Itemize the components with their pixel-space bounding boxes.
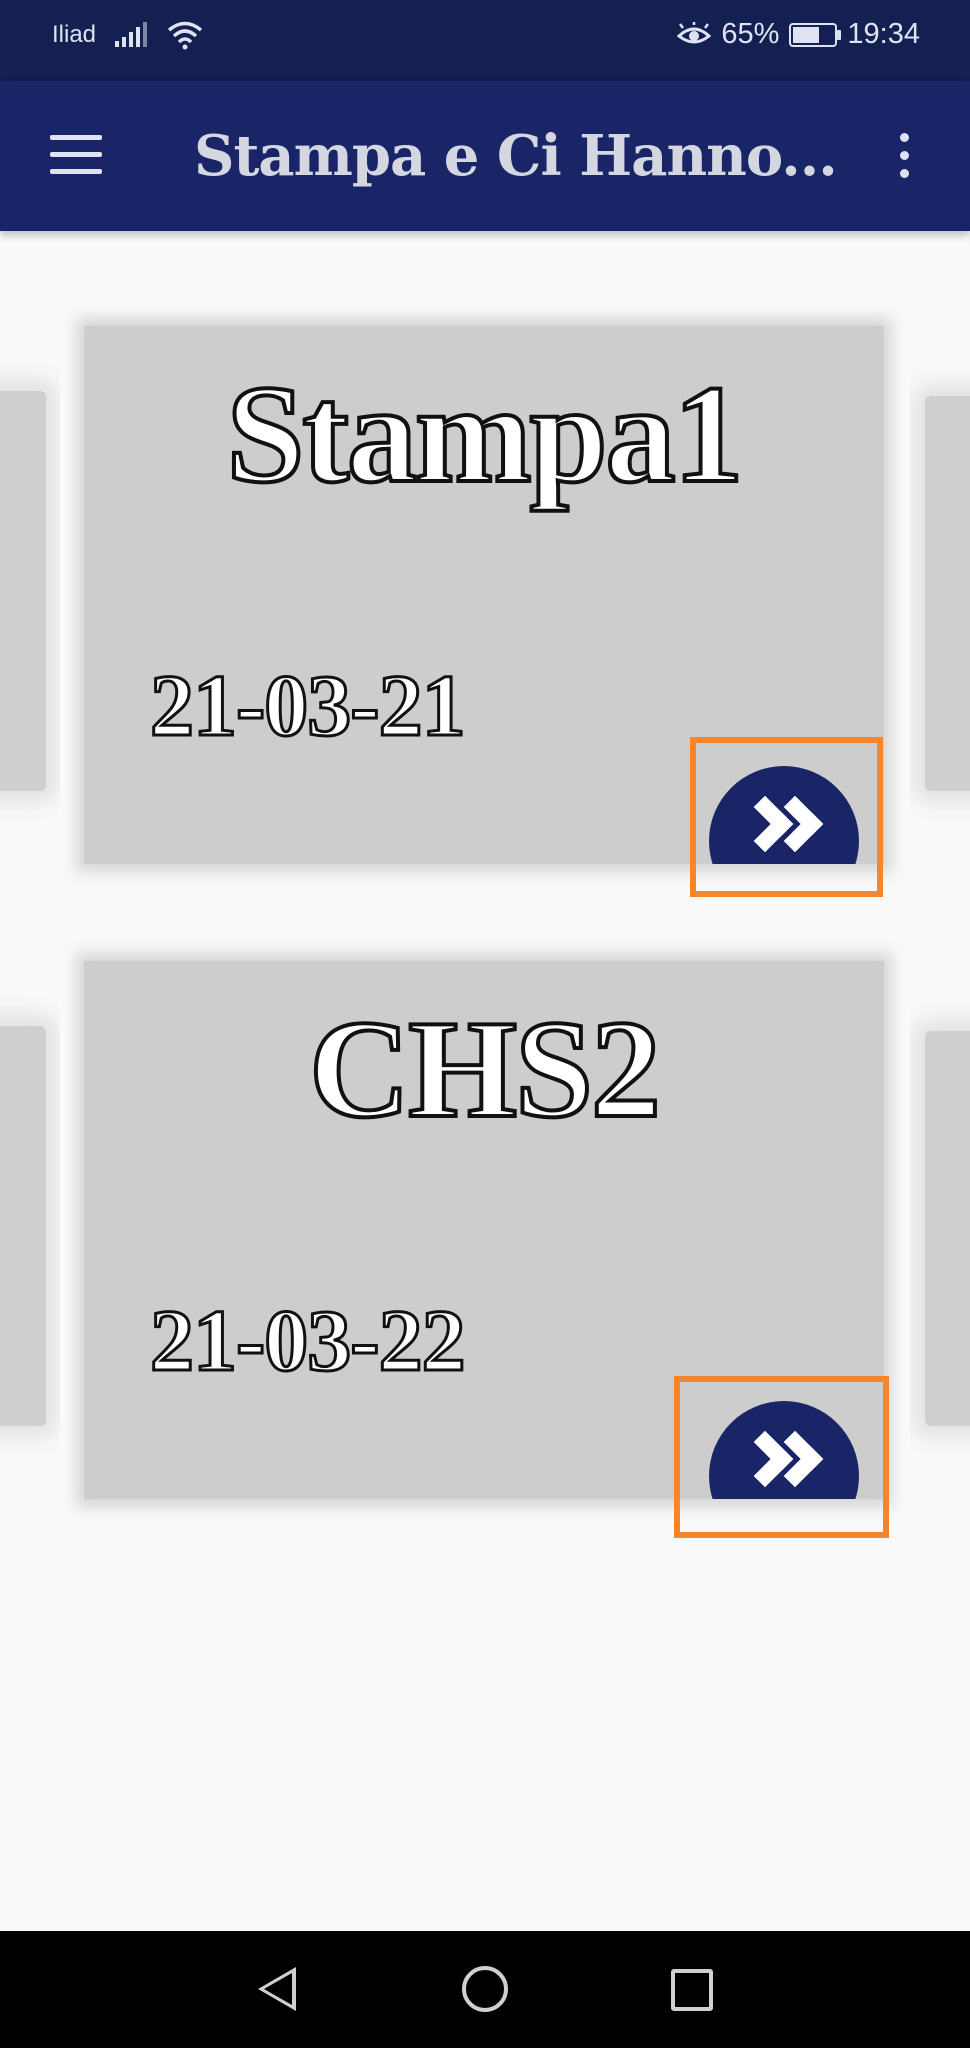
recent-apps-icon[interactable] — [671, 1969, 713, 2011]
home-icon[interactable] — [462, 1966, 508, 2012]
battery-percent: 65% — [721, 18, 780, 50]
previous-card-peek[interactable] — [0, 1026, 46, 1426]
battery-icon — [789, 22, 842, 47]
card-title: Stampa1 — [225, 355, 746, 514]
card-carousel-list[interactable]: Stampa1 21-03-21 CHS2 21-03-22 — [0, 231, 970, 1931]
back-icon[interactable] — [258, 1967, 296, 2011]
highlight-box — [674, 1376, 889, 1538]
status-left: Iliad — [52, 20, 204, 50]
previous-card-peek[interactable] — [0, 391, 46, 791]
next-card-peek[interactable] — [925, 1031, 970, 1426]
eye-comfort-icon — [677, 21, 712, 43]
card-title: CHS2 — [307, 990, 663, 1149]
app-bar: Stampa e Ci Hanno... — [0, 81, 970, 231]
card-date: 21-03-22 — [149, 1292, 468, 1392]
signal-icon — [115, 22, 148, 47]
highlight-box — [690, 737, 883, 897]
status-right: 65% 19:34 — [677, 18, 920, 51]
card-date: 21-03-21 — [149, 657, 468, 757]
clock: 19:34 — [847, 18, 920, 50]
app-title: Stampa e Ci Hanno... — [194, 123, 838, 189]
wifi-icon — [167, 21, 203, 50]
carrier-label: Iliad — [52, 21, 97, 48]
overflow-menu-icon[interactable] — [900, 133, 910, 179]
system-navigation-bar — [0, 1931, 970, 2048]
battery-level — [793, 26, 820, 43]
next-card-peek[interactable] — [925, 396, 970, 791]
hamburger-menu-icon[interactable] — [50, 135, 102, 175]
status-bar: Iliad 65% 19:34 — [0, 0, 970, 81]
